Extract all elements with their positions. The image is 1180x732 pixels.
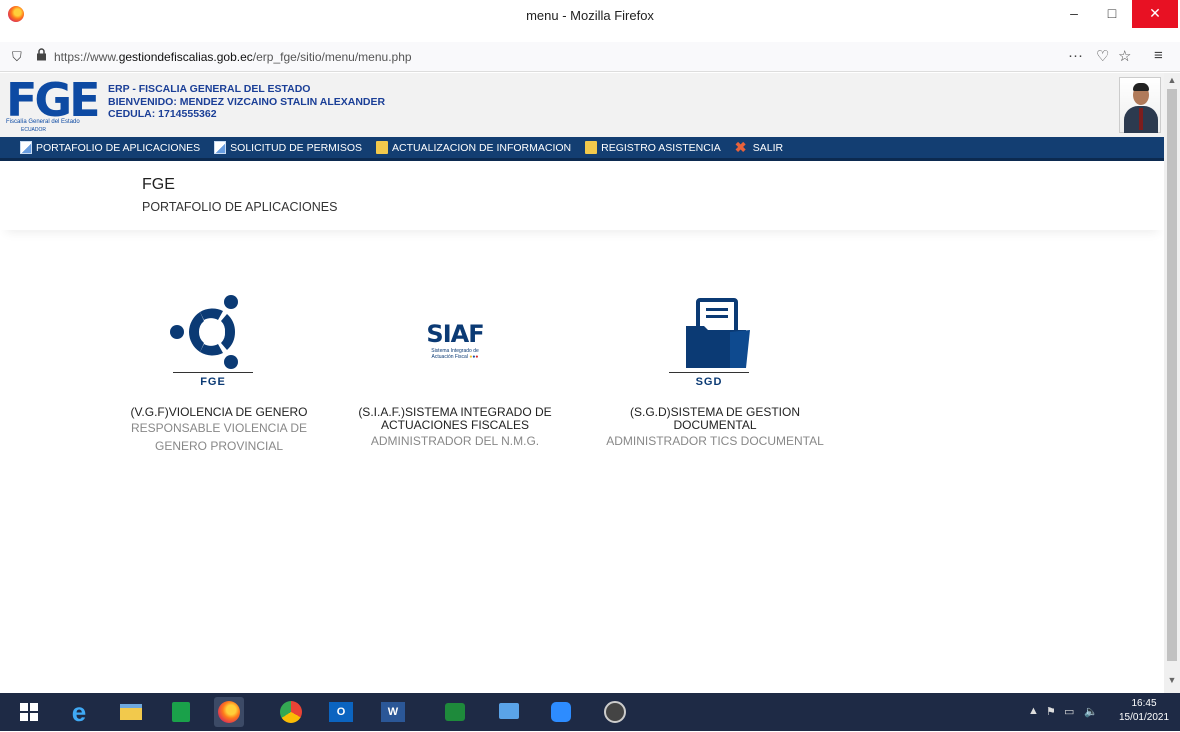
siaf-logo-sub2: Actuación Fiscal [431, 354, 468, 360]
url-text[interactable]: https://www.gestiondefiscalias.gob.ec/er… [54, 50, 412, 64]
network-icon[interactable]: ▭ [1064, 705, 1074, 718]
outlook-icon[interactable]: O [326, 697, 356, 727]
scroll-thumb[interactable] [1167, 89, 1177, 661]
nav-solicitud-permisos[interactable]: SOLICITUD DE PERMISOS [214, 141, 362, 154]
windows-start-icon[interactable] [14, 697, 44, 727]
welcome-user: BIENVENIDO: MENDEZ VIZCAINO STALIN ALEXA… [108, 95, 386, 108]
control-panel-icon[interactable] [494, 697, 524, 727]
page-header: FGE Fiscalía General del Estado ECUADOR … [0, 73, 1164, 137]
folder-icon [376, 141, 389, 154]
taskbar-clock[interactable]: 16:45 15/01/2021 [1112, 697, 1176, 725]
app-drop-icon[interactable] [600, 697, 630, 727]
fge-circle-icon [170, 295, 238, 369]
tray-expand-icon[interactable]: ▲ [1028, 705, 1039, 717]
store-icon[interactable] [166, 697, 196, 727]
system-name: ERP - FISCALIA GENERAL DEL ESTADO [108, 83, 311, 95]
pocket-icon[interactable]: ♡ [1096, 47, 1109, 65]
word-icon[interactable]: W [378, 697, 408, 727]
url-bar[interactable]: ⛉ https://www.gestiondefiscalias.gob.ec/… [0, 42, 1180, 72]
nav-label: ACTUALIZACION DE INFORMACION [392, 141, 572, 154]
page-title: FGE [142, 176, 175, 193]
app-role: RESPONSABLE VIOLENCIA DE GENERO PROVINCI… [130, 421, 308, 453]
app-caption: FGE [200, 376, 226, 388]
url-prefix: https://www. [54, 50, 119, 64]
app-role: ADMINISTRADOR DEL N.M.G. [370, 434, 540, 448]
url-domain: gestiondefiscalias.gob.ec [118, 50, 253, 64]
volume-muted-icon[interactable]: 🔈 [1084, 705, 1098, 718]
app-name[interactable]: (V.G.F)VIOLENCIA DE GENERO [104, 406, 334, 419]
app-role: ADMINISTRADOR TICS DOCUMENTAL [606, 434, 824, 448]
nav-label: REGISTRO ASISTENCIA [601, 141, 721, 154]
internet-explorer-icon[interactable]: e [64, 697, 94, 727]
user-info: ERP - FISCALIA GENERAL DEL ESTADO BIENVE… [108, 83, 385, 121]
nav-label: SOLICITUD DE PERMISOS [230, 141, 363, 154]
hamburger-menu-icon[interactable]: ≡ [1154, 47, 1163, 64]
shield-icon[interactable]: ⛉ [12, 49, 22, 65]
siaf-logo: SIAF Sistema Integrado de Actuación Fisc… [340, 290, 570, 394]
nav-portafolio[interactable]: PORTAFOLIO DE APLICACIONES [20, 141, 200, 154]
logo-subtitle: Fiscalía General del Estado [6, 119, 80, 125]
avatar [1119, 77, 1161, 133]
app-vgf[interactable]: FGE (V.G.F)VIOLENCIA DE GENERO RESPONSAB… [104, 290, 334, 455]
close-button[interactable]: ✕ [1132, 0, 1178, 28]
app-name[interactable]: (S.I.A.F.)SISTEMA INTEGRADO DE ACTUACION… [345, 406, 565, 432]
window-titlebar: menu - Mozilla Firefox – □ ✕ [0, 0, 1180, 42]
scroll-down-icon[interactable]: ▼ [1164, 675, 1180, 689]
page-heading: FGE PORTAFOLIO DE APLICACIONES [0, 164, 1164, 230]
bookmark-star-icon[interactable]: ☆ [1118, 47, 1131, 65]
vgf-logo: FGE [104, 290, 334, 394]
nav-salir[interactable]: ✖ SALIR [734, 139, 784, 155]
maximize-button[interactable]: □ [1090, 0, 1134, 28]
firefox-taskbar-icon[interactable] [214, 697, 244, 727]
clock-time: 16:45 [1131, 698, 1157, 709]
app-siaf[interactable]: SIAF Sistema Integrado de Actuación Fisc… [340, 290, 570, 450]
chrome-icon[interactable] [276, 697, 306, 727]
app-sgd[interactable]: SGD (S.G.D)SISTEMA DE GESTION DOCUMENTAL… [600, 290, 830, 450]
lock-icon[interactable] [36, 48, 47, 64]
document-icon [20, 141, 32, 154]
page-subtitle: PORTAFOLIO DE APLICACIONES [142, 200, 338, 214]
nav-actualizacion[interactable]: ACTUALIZACION DE INFORMACION [376, 141, 571, 154]
app-name[interactable]: (S.G.D)SISTEMA DE GESTION DOCUMENTAL [615, 406, 815, 432]
document-folder-icon [686, 298, 750, 368]
nav-label: PORTAFOLIO DE APLICACIONES [36, 141, 201, 154]
more-actions-icon[interactable]: ··· [1068, 47, 1083, 64]
siaf-logo-text: SIAF [426, 320, 484, 348]
logo-country: ECUADOR [21, 127, 47, 133]
user-id: CEDULA: 1714555362 [108, 108, 217, 120]
vertical-scrollbar[interactable]: ▲ ▼ [1164, 73, 1180, 693]
flag-icon[interactable]: ⚑ [1046, 705, 1056, 718]
nav-label: SALIR [752, 141, 784, 154]
folder-icon [585, 141, 598, 154]
window-title: menu - Mozilla Firefox [526, 8, 654, 23]
document-icon [214, 141, 227, 154]
file-explorer-icon[interactable] [116, 697, 146, 727]
scroll-up-icon[interactable]: ▲ [1164, 75, 1180, 89]
sgd-logo: SGD [600, 290, 830, 394]
eye-app-icon[interactable] [440, 697, 470, 727]
exit-x-icon: ✖ [734, 139, 747, 155]
app-caption: SGD [695, 376, 723, 388]
main-nav: PORTAFOLIO DE APLICACIONES SOLICITUD DE … [0, 137, 1164, 161]
fge-logo[interactable]: FGE Fiscalía General del Estado ECUADOR [6, 73, 104, 135]
url-path: /erp_fge/sitio/menu/menu.php [252, 50, 412, 64]
zoom-icon[interactable] [546, 697, 576, 727]
windows-taskbar: e O W ▲ ⚑ ▭ 🔈 16:45 15/01/2021 [0, 693, 1180, 731]
clock-date: 15/01/2021 [1118, 712, 1170, 723]
nav-registro-asistencia[interactable]: REGISTRO ASISTENCIA [585, 141, 721, 154]
